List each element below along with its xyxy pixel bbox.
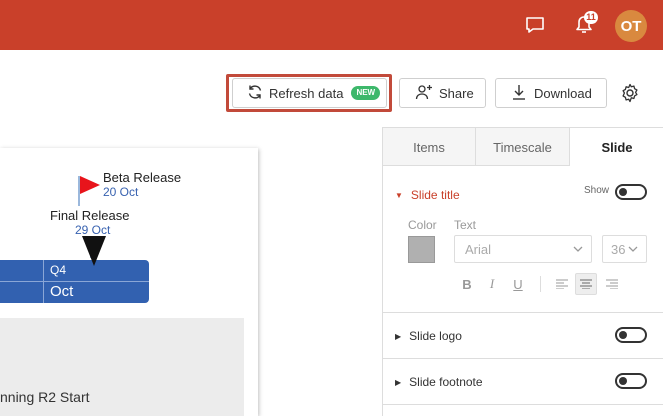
align-left-icon[interactable]	[551, 273, 573, 295]
slide-canvas[interactable]: Beta Release 20 Oct Final Release 29 Oct…	[0, 148, 258, 416]
timescale-divider	[0, 281, 149, 282]
app-header	[0, 0, 663, 50]
format-panel: Items Timescale Slide ▼ Slide title Show…	[382, 127, 663, 416]
caret-down-icon: ▼	[395, 190, 403, 200]
slide-logo-toggle[interactable]	[615, 327, 647, 343]
chevron-down-icon	[628, 246, 638, 252]
share-label: Share	[439, 85, 474, 101]
font-select[interactable]: Arial	[454, 235, 592, 263]
milestone-label[interactable]: Final Release	[50, 208, 130, 223]
avatar[interactable]: OT	[615, 10, 647, 42]
panel-tabs: Items Timescale Slide	[383, 128, 663, 167]
milestone-label[interactable]: Beta Release	[103, 170, 181, 185]
timescale-month: Oct	[50, 283, 74, 300]
section-divider	[383, 404, 663, 405]
timescale-divider	[43, 260, 44, 303]
tab-slide[interactable]: Slide	[570, 128, 663, 167]
refresh-icon	[247, 84, 263, 103]
gear-icon[interactable]	[620, 83, 640, 103]
new-badge: NEW	[351, 86, 381, 100]
milestone-date: 20 Oct	[103, 185, 139, 199]
slide-logo-section[interactable]: ▶ Slide logo	[395, 329, 462, 343]
download-button[interactable]: Download	[495, 78, 607, 108]
show-label: Show	[584, 185, 610, 196]
underline-button[interactable]: U	[507, 273, 529, 295]
align-center-icon[interactable]	[575, 273, 597, 295]
chat-icon[interactable]	[521, 0, 549, 50]
section-divider	[383, 358, 663, 359]
milestone-date: 29 Oct	[75, 223, 111, 237]
share-button[interactable]: Share	[399, 78, 486, 108]
section-divider	[383, 312, 663, 313]
text-label: Text	[454, 218, 477, 232]
chevron-down-icon	[573, 246, 583, 252]
tab-timescale[interactable]: Timescale	[476, 128, 570, 166]
slide-logo-label: Slide logo	[409, 329, 462, 343]
slide-title-toggle[interactable]	[615, 184, 647, 200]
milestone-triangle-icon	[82, 236, 106, 266]
tab-items[interactable]: Items	[383, 128, 476, 166]
slide-footnote-section[interactable]: ▶ Slide footnote	[395, 375, 483, 389]
refresh-data-label: Refresh data	[269, 85, 344, 101]
download-label: Download	[534, 85, 592, 101]
bell-icon[interactable]	[570, 0, 598, 50]
task-label[interactable]: nning R2 Start	[0, 389, 90, 405]
flag-icon	[80, 176, 100, 194]
slide-title-section[interactable]: ▼ Slide title	[395, 188, 460, 202]
slide-footnote-label: Slide footnote	[409, 375, 483, 389]
font-size-select[interactable]: 36	[602, 235, 647, 263]
caret-right-icon: ▶	[395, 377, 402, 387]
italic-button[interactable]: I	[481, 273, 503, 295]
slide-footnote-toggle[interactable]	[615, 373, 647, 389]
bold-button[interactable]: B	[456, 273, 478, 295]
refresh-data-button[interactable]: Refresh data NEW	[232, 78, 387, 108]
font-value: Arial	[465, 241, 492, 257]
notification-count-badge: 11	[584, 11, 598, 24]
color-swatch[interactable]	[408, 236, 435, 263]
timescale-quarter: Q4	[50, 263, 67, 277]
font-size-value: 36	[611, 241, 626, 257]
toolbar-divider	[540, 276, 541, 292]
download-icon	[512, 84, 526, 103]
caret-right-icon: ▶	[395, 331, 402, 341]
align-right-icon[interactable]	[601, 273, 623, 295]
add-user-icon	[415, 84, 433, 103]
slide-title-label: Slide title	[410, 188, 460, 202]
color-label: Color	[408, 218, 437, 232]
